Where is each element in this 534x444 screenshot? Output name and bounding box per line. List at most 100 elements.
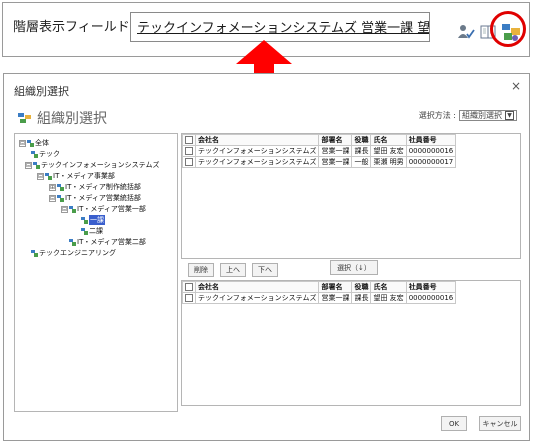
candidate-grid: 会社名 部署名 役職 氏名 社員番号 テックインフォメーションシステムズ 営業一… [181,133,521,259]
org-icon [18,113,31,123]
person-check-icon[interactable] [457,23,475,41]
table-cell: 栗瀬 明男 [370,156,407,168]
tree-node[interactable]: テック [31,149,60,159]
tree-node[interactable]: ⊟ テックインフォメーションシステムズ [25,160,159,170]
select-method-value: 組織別選択 [462,110,502,120]
column-header: 役職 [351,281,372,293]
table-cell: 望田 友宏 [370,292,407,304]
org-node-icon [45,172,52,180]
table-row[interactable]: テックインフォメーションシステムズ 営業一課 課長 望田 友宏 00000000… [182,292,457,304]
table-cell: 課長 [351,145,372,157]
tree-node-label: テック [39,150,60,158]
org-node-icon [31,150,38,158]
column-header: 会社名 [194,134,320,146]
column-header: 役職 [351,134,372,146]
org-node-icon [27,139,34,147]
row-checkbox[interactable] [182,292,196,304]
org-node-icon [31,249,38,257]
table-cell: 課長 [351,292,372,304]
column-header: 社員番号 [405,134,457,146]
table-cell: 一般 [351,156,372,168]
tree-node-label: テックインフォメーションシステムズ [41,161,160,169]
table-header-row: 会社名 部署名 役職 氏名 社員番号 [182,281,457,293]
table-cell: 0000000017 [405,156,457,168]
org-node-icon [57,183,64,191]
close-button[interactable]: × [511,79,521,93]
highlight-circle [490,11,526,47]
candidate-table: 会社名 部署名 役職 氏名 社員番号 テックインフォメーションシステムズ 営業一… [182,134,457,168]
delete-button[interactable]: 削除 [188,263,214,277]
tree-node-label: 一課 [89,215,105,225]
tree-node-label: テックエンジニアリング [39,249,116,257]
column-header: 社員番号 [405,281,457,293]
table-row[interactable]: テックインフォメーションシステムズ 営業一課 一般 栗瀬 明男 00000000… [182,156,457,168]
tree-node-label: IT・メディア制作統括部 [65,183,141,191]
column-header: 氏名 [370,134,407,146]
selected-grid: 会社名 部署名 役職 氏名 社員番号 テックインフォメーションシステムズ 営業一… [181,280,521,406]
tree-node[interactable]: IT・メディア営業二部 [69,237,146,247]
tree-node[interactable]: ⊞ IT・メディア制作統括部 [49,182,141,192]
row-checkbox[interactable] [182,145,196,157]
column-header: 部署名 [318,281,353,293]
table-cell: テックインフォメーションシステムズ [194,156,320,168]
collapse-icon[interactable]: ⊟ [37,172,44,180]
org-tree[interactable]: ⊟ 全体 テック ⊟ テックインフォメーションシステムズ ⊟ IT・メディア事業… [14,133,178,412]
move-up-button[interactable]: 上へ [220,263,246,277]
cancel-button[interactable]: キャンセル [479,416,521,431]
select-button[interactable]: 選択（↓） [330,260,378,275]
tree-node-selected[interactable]: 一課 [81,215,105,225]
tree-node[interactable]: 二課 [81,226,103,236]
select-method-label: 選択方法 : [418,111,456,120]
tree-node[interactable]: テックエンジニアリング [31,248,116,258]
tree-node-label: IT・メディア営業一部 [77,205,146,213]
tree-node[interactable]: ⊟ IT・メディア営業一部 [61,204,146,214]
row-checkbox[interactable] [182,156,196,168]
table-cell: テックインフォメーションシステムズ [194,292,320,304]
column-header: 部署名 [318,134,353,146]
move-down-button[interactable]: 下へ [252,263,278,277]
table-cell: テックインフォメーションシステムズ [194,145,320,157]
tree-node-label: IT・メディア営業二部 [77,238,146,246]
select-all-checkbox[interactable] [182,134,196,146]
dialog-heading: 組織別選択 [18,108,107,128]
table-cell: 営業一課 [318,156,353,168]
tree-node[interactable]: ⊟ 全体 [19,138,49,148]
table-row[interactable]: テックインフォメーションシステムズ 営業一課 課長 望田 友宏 00000000… [182,145,457,157]
collapse-icon[interactable]: ⊟ [49,194,56,202]
field-label: 階層表示フィールド [13,20,130,35]
table-cell: 営業一課 [318,145,353,157]
dialog-title: 組織別選択 [14,85,69,98]
ok-button[interactable]: OK [441,416,467,431]
select-method: 選択方法 : 組織別選択 ▼ [419,110,517,121]
chevron-down-icon: ▼ [505,111,514,120]
table-cell: 0000000016 [405,145,457,157]
column-header: 会社名 [194,281,320,293]
org-node-icon [33,161,40,169]
org-node-icon [81,216,88,224]
org-select-dialog: 組織別選択 × 組織別選択 選択方法 : 組織別選択 ▼ ⊟ 全体 テック ⊟ [3,73,530,441]
tree-node-label: IT・メディア事業部 [53,172,115,180]
org-node-icon [69,238,76,246]
table-cell: 0000000016 [405,292,457,304]
tree-node-label: IT・メディア営業統括部 [65,194,141,202]
collapse-icon[interactable]: ⊟ [61,205,68,213]
expand-icon[interactable]: ⊞ [49,183,56,191]
selected-table: 会社名 部署名 役職 氏名 社員番号 テックインフォメーションシステムズ 営業一… [182,281,457,304]
table-header-row: 会社名 部署名 役職 氏名 社員番号 [182,134,457,146]
org-node-icon [81,227,88,235]
column-header: 氏名 [370,281,407,293]
dialog-heading-text: 組織別選択 [37,111,107,127]
tree-node-label: 二課 [89,227,103,235]
org-node-icon [57,194,64,202]
tree-node-label: 全体 [35,139,49,147]
select-all-checkbox[interactable] [182,281,196,293]
tree-node[interactable]: ⊟ IT・メディア事業部 [37,171,115,181]
tree-node[interactable]: ⊟ IT・メディア営業統括部 [49,193,141,203]
org-node-icon [69,205,76,213]
table-cell: 営業一課 [318,292,353,304]
select-method-dropdown[interactable]: 組織別選択 ▼ [459,110,517,121]
collapse-icon[interactable]: ⊟ [19,139,26,147]
collapse-icon[interactable]: ⊟ [25,161,32,169]
table-cell: 望田 友宏 [370,145,407,157]
field-value[interactable]: テックインフォメーションシステムズ 営業一課 望田 友宏 [130,12,430,42]
